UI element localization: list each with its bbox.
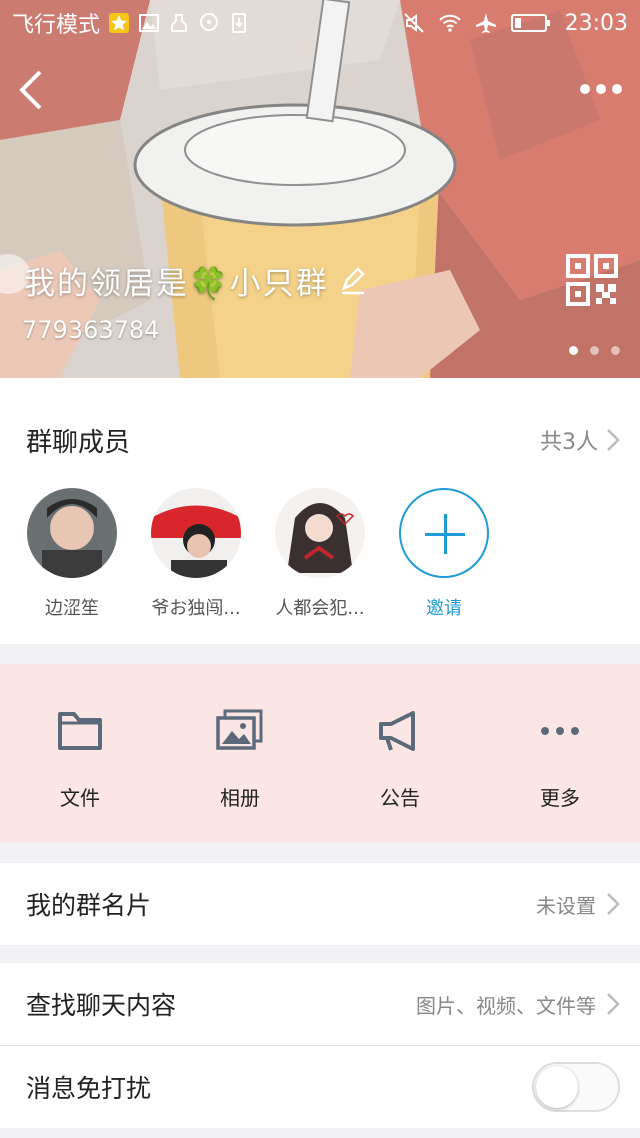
group-name-title[interactable]: 我的领居是🍀小只群 [24,258,367,303]
announcement-button[interactable]: 公告 [320,664,480,842]
clean-icon [171,14,188,32]
chevron-right-icon [607,993,620,1015]
album-button[interactable]: 相册 [160,664,320,842]
member-name: 边涩笙 [45,598,99,619]
member-item[interactable]: 人都会犯... [260,488,380,620]
chevron-right-icon [607,429,620,451]
member-name: 人都会犯... [275,598,365,619]
more-button[interactable]: 更多 [480,664,640,842]
more-dots-icon [541,727,579,735]
member-item[interactable]: 边涩笙 [12,488,132,620]
battery-icon [510,14,550,32]
group-id: 779363784 [22,316,160,344]
avatar [27,488,117,578]
search-chat-hint: 图片、视频、文件等 [416,993,596,1018]
page-indicator [569,346,620,355]
download-icon [232,13,247,33]
group-header-banner: 飞行模式 23:03 我的领居是🍀小只群 779363784 [0,0,640,378]
mute-row: 消息免打扰 [0,1046,640,1128]
files-label: 文件 [60,786,100,810]
group-card-title: 我的群名片 [26,891,152,920]
avatar [275,488,365,578]
clock: 23:03 [564,10,628,36]
members-title: 群聊成员 [26,428,131,458]
chevron-left-icon [19,70,42,110]
star-badge-icon [109,13,130,33]
toggle-knob [536,1066,578,1108]
mute-toggle[interactable] [532,1062,620,1112]
album-label: 相册 [220,786,260,810]
group-card-value: 未设置 [536,893,596,918]
wifi-icon [438,14,461,32]
group-name: 我的领居是🍀小只群 [24,266,329,302]
page-dot [590,346,599,355]
chat-bubble-icon [200,13,219,31]
member-count-link[interactable]: 共3人 [540,424,620,456]
airplane-icon [475,13,496,33]
search-chat-title: 查找聊天内容 [26,991,177,1020]
mute-icon [403,13,424,33]
plus-icon [399,488,489,578]
avatar [151,488,241,578]
chevron-right-icon [607,893,620,915]
member-name: 爷お独闯... [151,598,241,619]
page-dot-active [569,346,578,355]
announcement-label: 公告 [380,786,420,810]
mute-title: 消息免打扰 [26,1074,152,1103]
pencil-icon[interactable] [339,266,367,295]
search-chat-row[interactable]: 查找聊天内容 图片、视频、文件等 [0,963,640,1045]
members-section: 群聊成员 共3人 边涩笙 爷お独闯... 人都会犯... 邀请 [0,378,640,644]
files-button[interactable]: 文件 [0,664,160,842]
qr-code-icon[interactable] [566,254,618,306]
page-dot [611,346,620,355]
member-item[interactable]: 爷お独闯... [136,488,256,620]
more-label: 更多 [540,786,580,810]
folder-icon [58,712,102,750]
status-bar: 飞行模式 23:03 [0,0,640,46]
megaphone-icon [379,711,415,751]
more-options-button[interactable] [580,76,624,102]
invite-label: 邀请 [426,598,462,619]
album-icon [216,709,263,750]
back-button[interactable] [12,68,52,112]
airplane-mode-label: 飞行模式 [12,13,101,38]
group-card-row[interactable]: 我的群名片 未设置 [0,863,640,945]
invite-button[interactable]: 邀请 [384,488,504,620]
group-actions-bar: 文件 相册 公告 更多 [0,664,640,842]
member-count: 共3人 [540,430,598,455]
image-icon [139,14,160,32]
